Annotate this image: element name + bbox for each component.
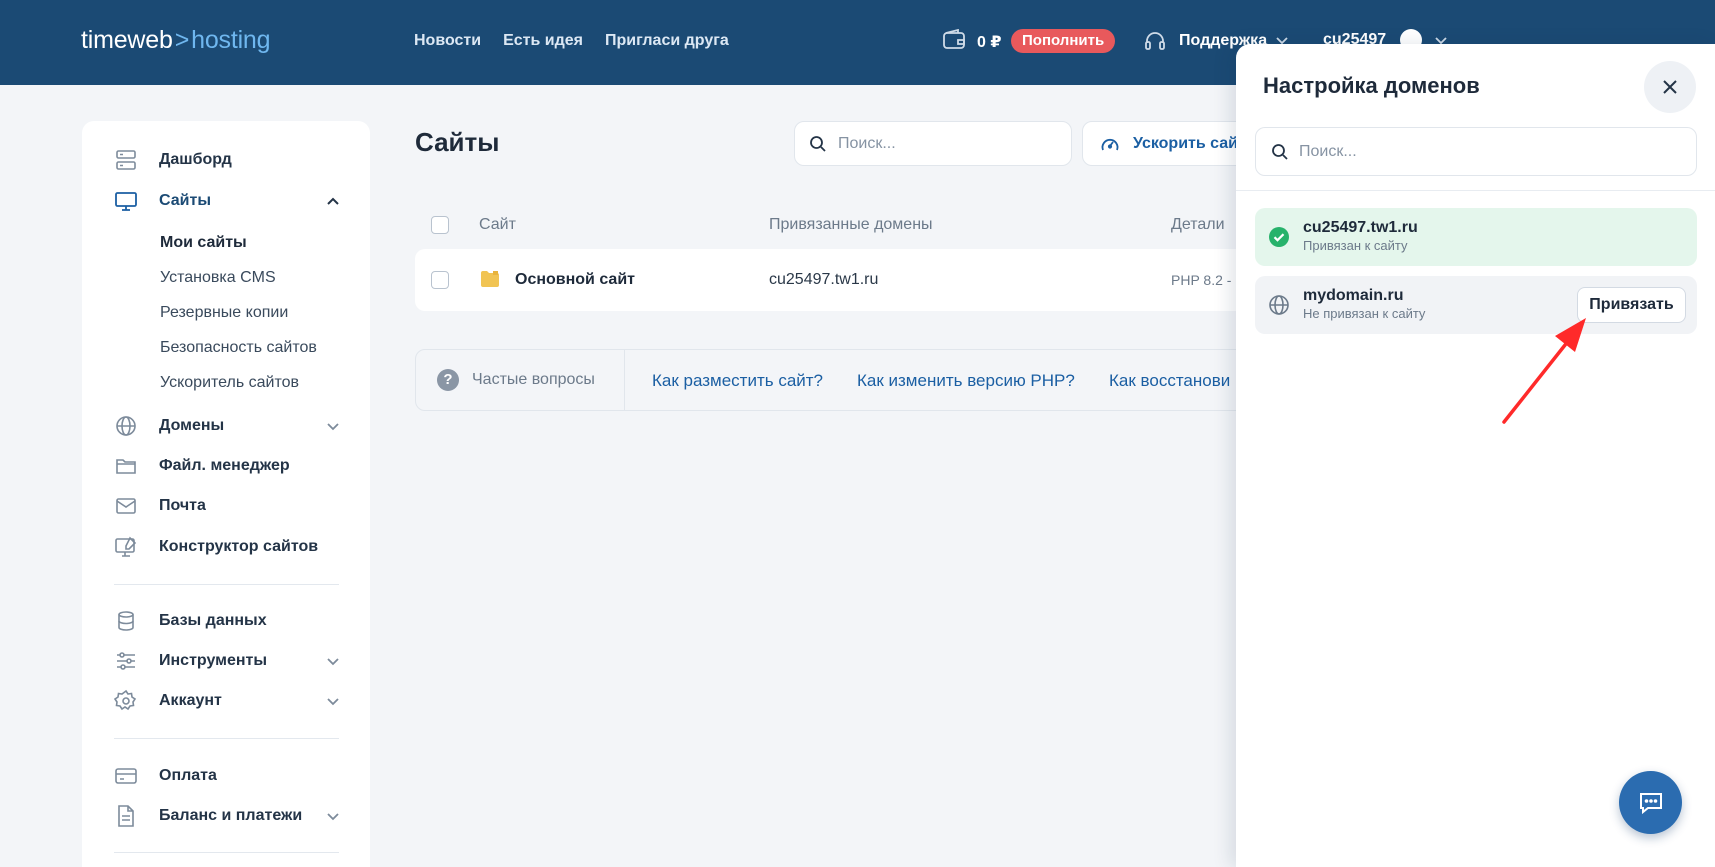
close-icon [1663, 80, 1677, 94]
select-all-checkbox[interactable] [431, 216, 449, 234]
faq-link-php-version[interactable]: Как изменить версию PHP? [857, 371, 1075, 391]
domain-item-unbound: mydomain.ru Не привязан к сайту Привязат… [1255, 276, 1697, 334]
sidebar-item-label: Инструменты [159, 652, 268, 669]
speedup-label: Ускорить сайт [1133, 135, 1246, 152]
folder-icon [116, 459, 136, 474]
headset-icon [1145, 32, 1165, 50]
sidebar-item-label: Дашборд [159, 151, 232, 168]
sidebar-item-label: Конструктор сайтов [159, 538, 319, 555]
sliders-icon [117, 652, 135, 670]
sidebar-item-sites[interactable]: Сайты [114, 186, 211, 216]
page-title: Сайты [415, 127, 500, 157]
domain-settings-panel: Настройка доменов cu25497.tw1.ru Привяза… [1236, 44, 1715, 867]
sidebar-item-mail[interactable]: Почта [114, 491, 206, 521]
logo[interactable]: timeweb>hosting [81, 26, 271, 55]
globe-icon [116, 416, 136, 436]
dashboard-icon [116, 150, 136, 170]
sidebar-item-label: Сайты [159, 192, 211, 209]
sidebar-subitem-accelerator[interactable]: Ускоритель сайтов [160, 374, 299, 392]
panel-title: Настройка доменов [1263, 73, 1480, 98]
balance: 0 ₽ [977, 34, 1002, 51]
divider [624, 350, 625, 410]
sidebar-item-databases[interactable]: Базы данных [114, 606, 267, 636]
card-icon [115, 768, 137, 784]
sidebar-subitem-cms[interactable]: Установка CMS [160, 269, 276, 287]
sidebar-subitem-backups[interactable]: Резервные копии [160, 304, 288, 322]
divider [114, 584, 339, 585]
divider [114, 738, 339, 739]
speedup-button[interactable]: Ускорить сайт [1082, 121, 1262, 166]
domain-status: Привязан к сайту [1303, 238, 1408, 253]
chevron-up-icon[interactable] [326, 195, 340, 207]
sidebar-item-label: Базы данных [159, 612, 267, 629]
chevron-down-icon[interactable] [326, 655, 340, 667]
gear-icon [114, 689, 137, 711]
column-header-domains: Привязанные домены [769, 216, 933, 233]
domain-name: mydomain.ru [1303, 287, 1404, 304]
domain-item-bound: cu25497.tw1.ru Привязан к сайту [1255, 208, 1697, 266]
site-name[interactable]: Основной сайт [515, 271, 635, 289]
sidebar-item-dashboard[interactable]: Дашборд [114, 145, 232, 175]
search-icon [1272, 144, 1288, 160]
sidebar-item-label: Аккаунт [159, 692, 222, 709]
globe-icon [1269, 295, 1289, 315]
sidebar-item-label: Файл. менеджер [159, 457, 290, 474]
domain-status: Не привязан к сайту [1303, 306, 1426, 321]
sidebar: Дашборд Сайты Мои сайты Установка CMS Ре… [82, 121, 370, 867]
document-icon [118, 805, 134, 827]
sidebar-item-balance[interactable]: Баланс и платежи [114, 801, 302, 831]
domain-name: cu25497.tw1.ru [1303, 219, 1418, 236]
divider [114, 852, 339, 853]
sidebar-item-label: Оплата [159, 767, 217, 784]
sidebar-subitem-security[interactable]: Безопасность сайтов [160, 339, 317, 357]
nav-invite[interactable]: Пригласи друга [605, 32, 729, 50]
chat-button[interactable] [1619, 771, 1682, 834]
divider [1236, 190, 1715, 191]
site-builder-icon [115, 536, 137, 557]
sidebar-item-domains[interactable]: Домены [114, 411, 224, 441]
faq-bar: ? Частые вопросы Как разместить сайт? Ка… [415, 349, 1275, 411]
annotation-arrow-icon [1502, 318, 1586, 424]
folder-icon [481, 271, 499, 287]
question-icon: ? [437, 369, 459, 391]
faq-link-host-site[interactable]: Как разместить сайт? [652, 371, 823, 391]
sites-search [794, 121, 1072, 166]
sidebar-item-file-manager[interactable]: Файл. менеджер [114, 451, 290, 481]
chevron-down-icon[interactable] [326, 810, 340, 822]
database-icon [118, 611, 134, 631]
site-details: PHP 8.2 - [1171, 272, 1232, 288]
domain-search [1255, 127, 1697, 176]
sidebar-item-label: Домены [159, 417, 225, 434]
nav-idea[interactable]: Есть идея [503, 32, 583, 50]
nav-news[interactable]: Новости [414, 32, 481, 50]
faq-label: Частые вопросы [472, 371, 595, 388]
sidebar-item-tools[interactable]: Инструменты [114, 646, 267, 676]
mail-icon [116, 498, 136, 514]
domain-search-input[interactable] [1299, 128, 1679, 175]
sidebar-item-site-builder[interactable]: Конструктор сайтов [114, 532, 318, 562]
row-checkbox[interactable] [431, 271, 449, 289]
search-icon [810, 136, 826, 152]
faq-link-restore[interactable]: Как восстанови [1109, 371, 1230, 391]
speedometer-icon [1101, 138, 1119, 151]
sidebar-item-label: Почта [159, 497, 206, 514]
search-input[interactable] [838, 122, 1058, 165]
check-circle-icon [1269, 227, 1289, 247]
top-nav: Новости Есть идея Пригласи друга [414, 32, 729, 50]
chevron-down-icon[interactable] [326, 695, 340, 707]
sidebar-item-label: Баланс и платежи [159, 807, 303, 824]
chevron-down-icon[interactable] [326, 420, 340, 432]
close-button[interactable] [1644, 61, 1696, 113]
topup-button[interactable]: Пополнить [1011, 29, 1116, 53]
column-header-site[interactable]: Сайт [479, 216, 516, 234]
wallet-icon [943, 29, 965, 49]
site-domain: cu25497.tw1.ru [769, 271, 879, 288]
sidebar-item-account[interactable]: Аккаунт [114, 686, 222, 716]
sidebar-subitem-my-sites[interactable]: Мои сайты [160, 234, 247, 252]
sidebar-item-payment[interactable]: Оплата [114, 761, 217, 791]
monitor-icon [115, 192, 137, 211]
column-header-details: Детали [1171, 216, 1225, 233]
chat-icon [1640, 793, 1662, 815]
